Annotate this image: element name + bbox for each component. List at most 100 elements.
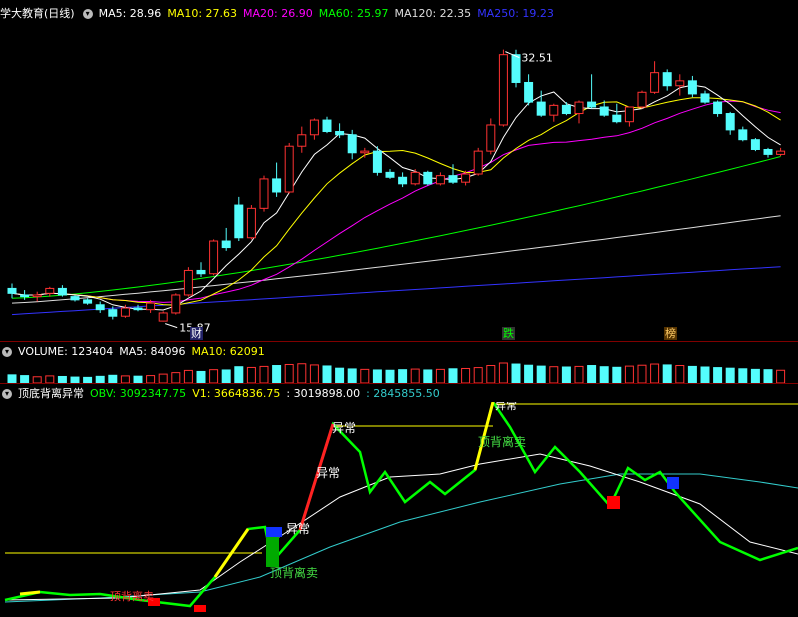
volume-header: ▾ VOLUME: 123404 MA5: 84096 MA10: 62091 [0, 344, 271, 360]
candle-down [108, 309, 118, 317]
candle-down [687, 80, 697, 95]
flag-cai[interactable]: 财 [190, 327, 203, 340]
volume-bar [259, 365, 269, 383]
volume-bar [360, 368, 370, 383]
candle-down [385, 171, 395, 178]
volume-bar [675, 365, 685, 383]
obv-yellow-segment [19, 590, 41, 596]
volume-bar [423, 369, 433, 383]
red-signal-marker [607, 496, 620, 509]
volume-bar [284, 363, 294, 383]
volume-bar [700, 366, 710, 383]
candle-up [297, 134, 307, 147]
green-bar-marker [266, 537, 279, 567]
volume-bar [650, 363, 660, 383]
candle-up [637, 91, 647, 108]
panel-separator [0, 341, 798, 342]
candle-up [309, 119, 319, 136]
candle-up [284, 145, 294, 193]
volume-bar [549, 366, 559, 383]
candle-up [624, 106, 634, 123]
candle-up [498, 54, 508, 126]
label-abnormal: 异常 [495, 402, 517, 412]
volume-label: VOLUME: 123404 [18, 345, 114, 358]
candle-down [133, 307, 143, 311]
volume-bar [624, 365, 634, 383]
low-pointer [165, 323, 178, 329]
candle-up [146, 302, 156, 311]
candle-down [347, 134, 357, 154]
volume-bar [561, 366, 571, 383]
candle-up [183, 269, 193, 296]
candle-up [171, 294, 181, 314]
obv-label: OBV: 3092347.75 [90, 387, 187, 400]
volume-bar [637, 364, 647, 383]
candle-down [372, 150, 382, 173]
volume-bar [599, 366, 609, 383]
volume-bar [196, 370, 206, 383]
candle-down [272, 178, 282, 193]
volume-chart [7, 362, 786, 383]
candle-down [536, 101, 546, 116]
candle-down [750, 139, 760, 150]
candle-down [738, 129, 748, 141]
ma20-label: MA20: 26.90 [243, 7, 313, 20]
candle-up [360, 150, 370, 154]
candle-down [448, 175, 458, 183]
volume-bar [662, 364, 672, 383]
volume-bar [209, 369, 219, 383]
candle-down [511, 54, 521, 83]
ma10-label: MA10: 27.63 [167, 7, 238, 20]
label-top-divergence-sell: 顶背离卖 [270, 565, 318, 580]
candle-down [587, 101, 597, 108]
collapse-icon[interactable]: ▾ [82, 9, 93, 19]
volume-bar [221, 369, 231, 383]
volume-bar [763, 369, 773, 383]
candle-up [461, 173, 471, 183]
ma20-line [11, 100, 781, 303]
panel-separator [0, 383, 798, 384]
main-header: 学大教育(日线) ▾ MA5: 28.96 MA10: 27.63 MA20: 26.9… [0, 6, 560, 22]
volume-bar [297, 363, 307, 383]
indicator-title: 顶底背离异常 [18, 387, 84, 400]
candle-down [612, 114, 622, 123]
ma120-line [11, 215, 781, 304]
vol-ma5-label: MA5: 84096 [119, 345, 186, 358]
candle-down [322, 119, 332, 133]
volume-bar [511, 363, 521, 383]
label-abnormal: 异常 [286, 522, 310, 536]
candle-up [209, 240, 219, 275]
candle-down [335, 131, 345, 136]
candle-down [763, 148, 773, 155]
volume-bar [183, 369, 193, 383]
candle-down [20, 294, 30, 298]
candle-down [662, 72, 672, 87]
flag-die[interactable]: 跌 [502, 327, 515, 340]
collapse-icon[interactable]: ▾ [2, 347, 12, 357]
candle-down [95, 304, 105, 311]
volume-bar [524, 364, 534, 383]
volume-bar [612, 366, 622, 383]
volume-bar [435, 368, 445, 383]
label-abnormal: 异常 [332, 421, 356, 435]
candle-up [650, 72, 660, 93]
volume-bar [498, 362, 508, 383]
candle-up [246, 207, 256, 239]
v1-label: V1: 3664836.75 [192, 387, 281, 400]
volume-bar [108, 374, 118, 383]
volume-bar [120, 375, 130, 383]
volume-bar [322, 365, 332, 383]
stock-title: 学大教育(日线) [0, 7, 75, 20]
volume-bar [95, 375, 105, 383]
volume-bar [486, 365, 496, 383]
flag-bang[interactable]: 榜 [664, 327, 677, 340]
ma5-label: MA5: 28.96 [98, 7, 162, 20]
volume-bar [272, 365, 282, 383]
cyan-signal-line [4, 473, 798, 603]
candle-up [32, 294, 42, 298]
collapse-icon[interactable]: ▾ [2, 389, 12, 399]
volume-bar [738, 368, 748, 383]
blue-signal-marker [266, 527, 282, 537]
candle-down [7, 287, 17, 294]
label-top-divergence-sell: 顶背离卖 [110, 589, 154, 603]
